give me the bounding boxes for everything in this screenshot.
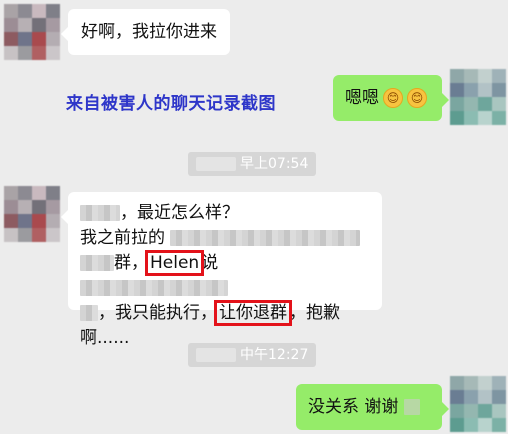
timestamp: 早上07:54: [188, 152, 317, 176]
message-line: 我之前拉的: [80, 226, 370, 251]
message-line: 群， Helen 说: [80, 250, 370, 301]
redacted-text: [196, 157, 236, 171]
highlighted-name: Helen: [144, 250, 205, 276]
redacted-text: [170, 230, 361, 246]
user-avatar[interactable]: [450, 69, 506, 125]
incoming-message-1[interactable]: 好啊，我拉你进来: [61, 9, 230, 55]
redacted-text: [80, 305, 98, 321]
message-text: 好啊，我拉你进来: [81, 22, 217, 42]
screenshot-caption: 来自被害人的聊天记录截图: [66, 94, 276, 114]
redacted-text: [80, 280, 228, 296]
redacted-text: [80, 255, 114, 271]
timestamp: 中午12:27: [188, 343, 317, 367]
message-line: ，最近怎么样？: [80, 201, 370, 226]
message-text: 嗯嗯: [345, 88, 379, 108]
message-text: 没关系 谢谢: [308, 397, 399, 417]
outgoing-message-1[interactable]: 嗯嗯 😊 😊: [333, 75, 449, 121]
redacted-text: [80, 205, 120, 221]
smiling-face-icon: 😊: [407, 88, 427, 108]
outgoing-message-2[interactable]: 没关系 谢谢: [296, 384, 449, 430]
redacted-text: [403, 399, 420, 415]
incoming-message-2[interactable]: ，最近怎么样？ 我之前拉的 群， Helen 说 ，我只能执行， 让你退群 ，抱歉啊..…: [61, 192, 382, 348]
contact-avatar[interactable]: [4, 4, 60, 60]
highlighted-phrase: 让你退群: [214, 300, 292, 326]
smiling-face-icon: 😊: [383, 88, 403, 108]
user-avatar[interactable]: [450, 376, 506, 432]
contact-avatar[interactable]: [4, 186, 60, 242]
redacted-text: [196, 348, 236, 362]
